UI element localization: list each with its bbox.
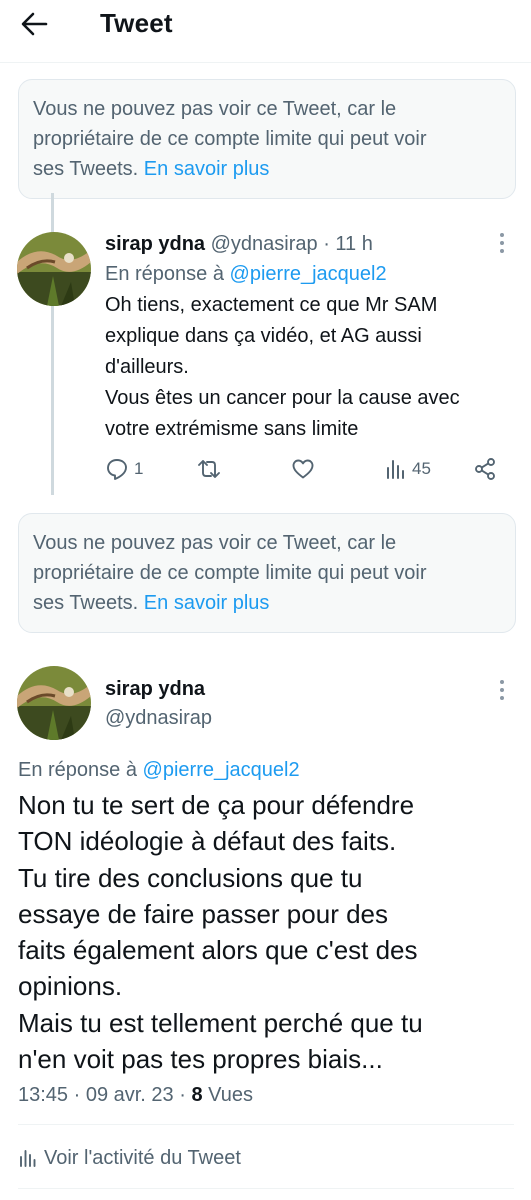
reply-text-line: d'ailleurs.: [105, 356, 189, 378]
reply-icon: [107, 459, 127, 480]
reply-count: 1: [134, 459, 144, 478]
share-button[interactable]: [473, 454, 497, 484]
notice-line-3: ses Tweets.: [33, 158, 139, 180]
reply-more-button[interactable]: [499, 233, 505, 257]
back-arrow-icon: [21, 12, 48, 36]
tweet-text-line: Non tu te sert de ça pour défendre: [18, 790, 415, 820]
reply-to-prefix: En réponse à: [18, 759, 137, 781]
main-author-handle[interactable]: @ydnasirap: [105, 707, 212, 729]
back-button[interactable]: [20, 10, 60, 40]
views-count: 45: [412, 459, 431, 478]
more-icon: [500, 233, 504, 237]
like-icon: [292, 459, 314, 479]
reply-text: Oh tiens, exactement ce que Mr SAM expli…: [105, 290, 460, 445]
reply-text-line: explique dans ça vidéo, et AG aussi: [105, 325, 422, 347]
reply-author-name[interactable]: sirap ydna: [105, 233, 205, 255]
tweet-text-line: essaye de faire passer pour des: [18, 898, 388, 929]
tweet-text-line: n'en voit pas tes propres biais...: [18, 1044, 383, 1075]
main-author-name-row: sirap ydna: [105, 674, 205, 705]
tweet-text-line: faits également alors que c'est des: [18, 935, 418, 966]
avatar[interactable]: [17, 666, 91, 740]
reply-meta: sirap ydna @ydnasirap · 11 h: [105, 229, 373, 260]
avatar-image: [17, 666, 91, 740]
reply-action-bar: 1 45: [105, 454, 500, 484]
reply-text-line: Oh tiens, exactement ce que Mr SAM: [105, 294, 438, 316]
reply-to-user-link[interactable]: @pierre_jacquel2: [230, 263, 387, 285]
unavailable-tweet-notice: Vous ne pouvez pas voir ce Tweet, car le…: [18, 79, 516, 199]
tweet-activity-label: Voir l'activité du Tweet: [44, 1147, 241, 1169]
retweet-icon: [198, 460, 220, 478]
notice-line-2: propriétaire de ce compte limite qui peu…: [33, 562, 427, 584]
main-tweet-text: Non tu te sert de ça pour défendre TON i…: [18, 787, 423, 1077]
reply-time[interactable]: · 11 h: [323, 233, 373, 255]
notice-line-3: ses Tweets.: [33, 592, 139, 614]
notice-line-1: Vous ne pouvez pas voir ce Tweet, car le: [33, 532, 397, 554]
notice-line-1: Vous ne pouvez pas voir ce Tweet, car le: [33, 98, 397, 120]
views-icon: [387, 460, 404, 479]
reply-button[interactable]: 1: [105, 454, 143, 484]
avatar[interactable]: [17, 232, 91, 306]
retweet-button[interactable]: [196, 454, 222, 484]
notice-line-2: propriétaire de ce compte limite qui peu…: [33, 128, 427, 150]
main-author-name[interactable]: sirap ydna: [105, 678, 205, 700]
reply-to-prefix: En réponse à: [105, 263, 224, 285]
more-icon: [500, 680, 504, 684]
avatar-image: [17, 232, 91, 306]
main-more-button[interactable]: [499, 680, 505, 704]
learn-more-link[interactable]: En savoir plus: [144, 592, 270, 614]
top-bar: Tweet: [0, 0, 531, 63]
main-author-handle-row: @ydnasirap: [105, 703, 212, 734]
analytics-icon: [20, 1150, 36, 1167]
divider: [18, 1124, 514, 1125]
unavailable-tweet-notice: Vous ne pouvez pas voir ce Tweet, car le…: [18, 513, 516, 633]
learn-more-link[interactable]: En savoir plus: [144, 158, 270, 180]
tweet-activity-link[interactable]: Voir l'activité du Tweet: [18, 1143, 241, 1173]
reply-text-line: Vous êtes un cancer pour la cause avec: [105, 387, 460, 409]
views-button[interactable]: 45: [385, 454, 431, 484]
tweet-timestamp[interactable]: 13:45 · 09 avr. 23 ·: [18, 1084, 186, 1106]
reply-author-handle[interactable]: @ydnasirap: [211, 233, 318, 255]
reply-text-line: votre extrémisme sans limite: [105, 418, 359, 440]
page-title: Tweet: [100, 8, 173, 38]
main-reply-to-line: En réponse à @pierre_jacquel2: [18, 755, 300, 785]
tweet-text-line: Mais tu est tellement perché que tu: [18, 1007, 423, 1038]
reply-to-user-link[interactable]: @pierre_jacquel2: [143, 759, 300, 781]
tweet-text-line: TON idéologie à défaut des faits.: [18, 826, 397, 857]
tweet-text-line: opinions.: [18, 971, 123, 1002]
share-icon: [475, 458, 495, 480]
tweet-timestamp-row: 13:45 · 09 avr. 23 · 8 Vues: [18, 1080, 253, 1110]
tweet-text-line: Tu tire des conclusions que tu: [18, 862, 363, 893]
divider: [18, 1188, 514, 1189]
like-button[interactable]: [291, 454, 315, 484]
reply-to-line: En réponse à @pierre_jacquel2: [105, 259, 387, 290]
views-count: 8: [191, 1084, 203, 1106]
views-label: Vues: [208, 1084, 253, 1106]
